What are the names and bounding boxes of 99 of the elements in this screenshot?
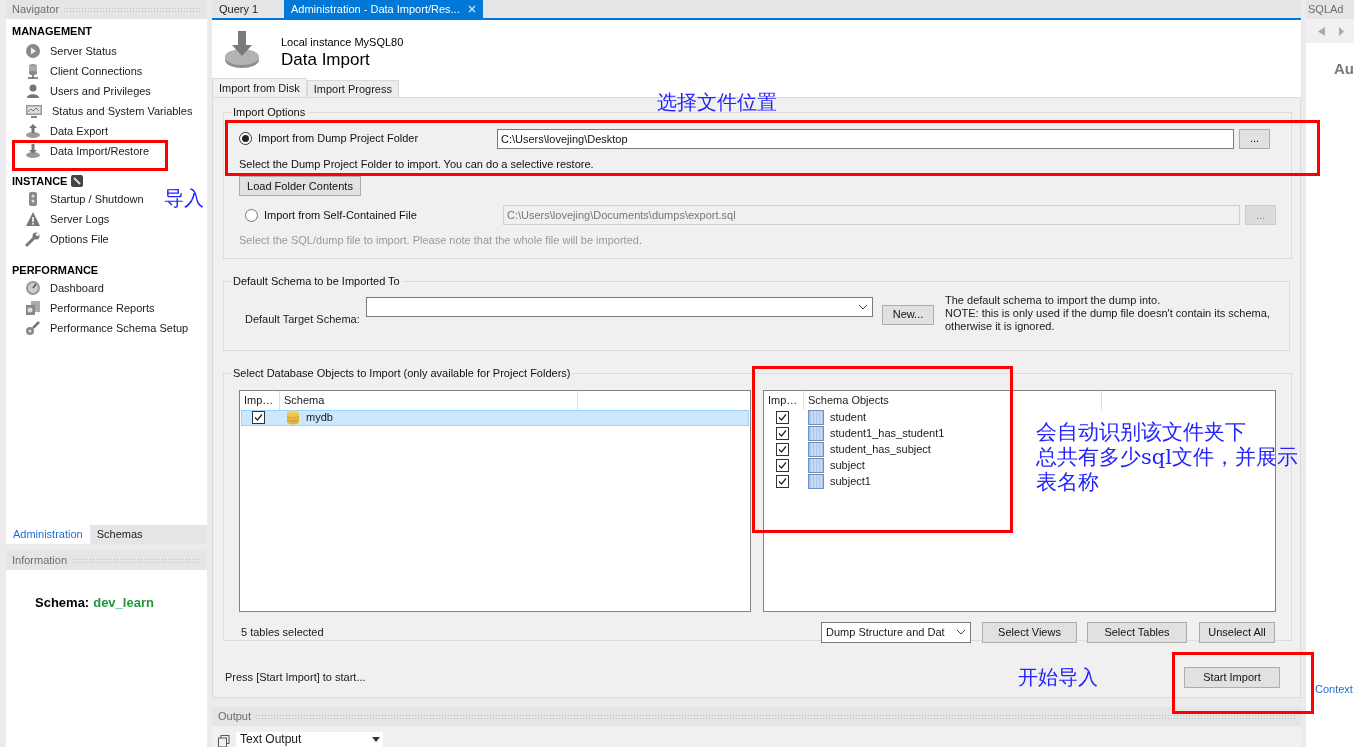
table-icon (808, 426, 824, 441)
warning-icon (25, 211, 41, 227)
navigator-item[interactable]: Client Connections (12, 61, 143, 81)
back-icon (1318, 26, 1325, 36)
column-header: Schema (280, 390, 578, 410)
table-cell-text: student (830, 410, 867, 426)
navigator-item[interactable]: Dashboard (12, 278, 104, 298)
table-icon (808, 410, 824, 425)
table-row[interactable]: student1_has_student1 (765, 425, 948, 442)
dump-mode-dropdown[interactable]: Dump Structure and Dat (821, 621, 971, 643)
table-row[interactable]: student (765, 409, 870, 426)
selection-count: 5 tables selected (240, 624, 325, 640)
schema-value: dev_learn (93, 594, 154, 612)
gear-wrench-icon (25, 320, 41, 336)
column-header: Imp… (240, 390, 280, 410)
subtab[interactable]: Import from Disk (212, 78, 307, 97)
download-icon (25, 143, 41, 159)
section-title: INSTANCE (12, 173, 68, 189)
path-field[interactable]: C:\Users\lovejing\Desktop (497, 128, 1234, 149)
dropdown-arrow-icon (372, 737, 380, 742)
action-button[interactable]: Unselect All (1199, 621, 1275, 643)
navigator-item[interactable]: Options File (12, 229, 109, 249)
editor-tab[interactable]: Administration - Data Import/Res... (284, 0, 483, 18)
new-button[interactable]: New... (882, 304, 934, 325)
table-row[interactable]: student_has_subject (765, 441, 934, 458)
table-icon (808, 474, 824, 489)
navigator-header: Navigator (6, 0, 207, 19)
annotation-text: 开始导入 (1018, 665, 1098, 689)
navigator-item[interactable]: Server Logs (12, 209, 110, 229)
navigator-item[interactable]: Server Status (12, 41, 117, 61)
navigator-item[interactable]: Performance Schema Setup (12, 318, 189, 338)
radio-button[interactable] (239, 132, 252, 145)
group-title: Select Database Objects to Import (only available for Project Folders) (232, 366, 572, 381)
instance-name: Local instance MySQL80 (281, 34, 404, 50)
checkbox[interactable] (252, 411, 265, 424)
schema-note: The default schema to import the dump into. NOTE: this is only used if the dump file doesn't contain its schema, otherwise it is ignored. (945, 293, 1270, 333)
column-header: Imp… (764, 390, 804, 410)
status-text: Press [Start Import] to start... (224, 670, 366, 686)
download-disk-icon (224, 29, 260, 69)
annotation-text: 导入 (164, 186, 204, 210)
table-row[interactable]: subject1 (765, 473, 874, 490)
group-title: Import Options (232, 105, 307, 120)
browse-button[interactable]: ... (1239, 128, 1270, 149)
database-icon (25, 63, 41, 79)
forward-icon (1339, 26, 1344, 36)
output-dropdown[interactable]: Text Output (236, 732, 383, 747)
table-row[interactable]: mydb (241, 409, 749, 426)
table-cell-text: subject (830, 458, 865, 474)
radio-label: Import from Dump Project Folder (258, 131, 419, 147)
schema-dropdown[interactable] (366, 296, 873, 317)
context-tab[interactable]: Context (1306, 680, 1354, 697)
hint-text: Select the Dump Project Folder to import. You can do a selective restore. (239, 156, 595, 172)
monitor-icon (25, 103, 43, 119)
navigator-item[interactable]: Data Export (12, 121, 109, 141)
navigator-item[interactable]: Startup / Shutdown (12, 189, 144, 209)
upload-icon (25, 123, 41, 139)
field-label: Default Target Schema: (244, 311, 361, 327)
database-icon (286, 410, 300, 425)
navigator-item[interactable]: Users and Privileges (12, 81, 151, 101)
navigator-item[interactable]: Data Import/Restore (12, 141, 150, 161)
hint-text: Select the SQL/dump file to import. Please note that the whole file will be imported. (239, 233, 643, 248)
table-row[interactable]: subject (765, 457, 868, 474)
table-cell-text: student_has_subject (830, 442, 931, 458)
sidebar-tab[interactable]: Administration (6, 525, 90, 544)
panel-title: SQLAd (1308, 2, 1344, 18)
table-cell-text: mydb (306, 410, 333, 426)
output-header: Output (212, 707, 1301, 726)
annotation-text: 选择文件位置 (657, 90, 777, 114)
table-cell-text: student1_has_student1 (830, 426, 945, 442)
radio-label: Import from Self-Contained File (264, 207, 417, 223)
table-icon (808, 442, 824, 457)
navigator-item[interactable]: Status and System Variables (12, 101, 193, 121)
table-icon (808, 458, 824, 473)
load-button[interactable]: Load Folder Contents (239, 176, 361, 196)
checkbox[interactable] (776, 459, 789, 472)
section-title: MANAGEMENT (12, 23, 93, 39)
checkbox[interactable] (776, 475, 789, 488)
action-button[interactable]: Select Views (982, 621, 1077, 643)
information-header: Information (6, 551, 207, 570)
gauge-icon (25, 280, 41, 296)
checkbox[interactable] (776, 443, 789, 456)
table-cell-text: subject1 (830, 474, 871, 490)
group-title: Default Schema to be Imported To (232, 274, 401, 289)
navigator-item[interactable]: Performance Reports (12, 298, 155, 318)
wrench-icon (25, 231, 41, 247)
column-header: Schema Objects (804, 390, 1102, 410)
page-title: Data Import (281, 50, 371, 71)
checkbox[interactable] (776, 427, 789, 440)
help-heading: Au (1333, 59, 1354, 79)
section-title: PERFORMANCE (12, 262, 99, 278)
subtab[interactable]: Import Progress (306, 80, 399, 97)
instance-icon (71, 175, 84, 187)
reports-icon (25, 300, 41, 316)
checkbox[interactable] (776, 411, 789, 424)
action-button[interactable]: Select Tables (1087, 621, 1187, 643)
start-import-button[interactable]: Start Import (1184, 667, 1280, 688)
schema-label: Schema: (35, 594, 90, 612)
play-icon (25, 43, 41, 59)
user-icon (25, 83, 41, 99)
